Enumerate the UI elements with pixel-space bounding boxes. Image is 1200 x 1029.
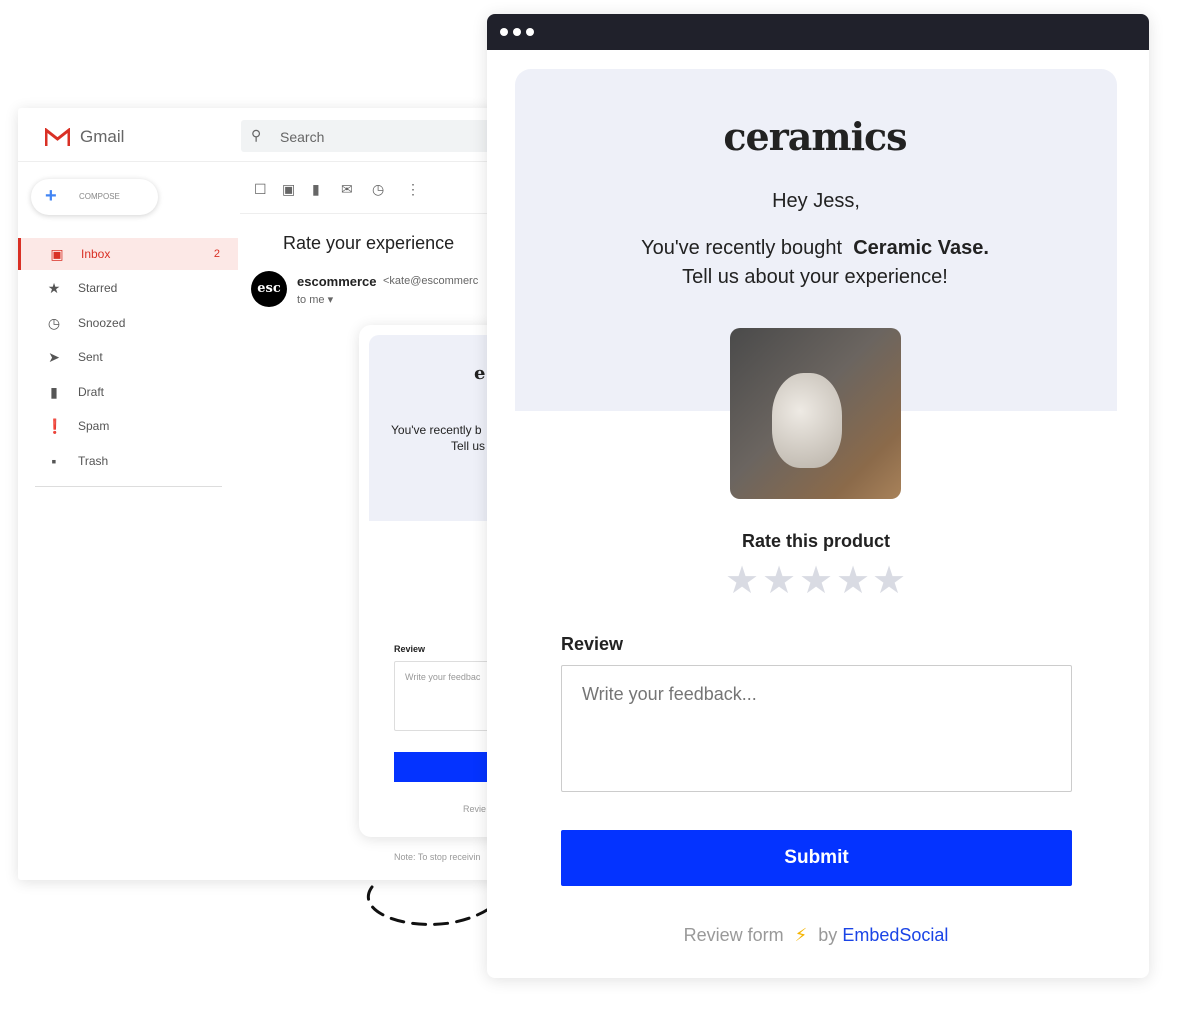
more-icon[interactable]: ⋮ <box>406 181 420 198</box>
snooze-icon[interactable]: ◷ <box>372 181 384 198</box>
nav-label: Starred <box>78 281 118 295</box>
compose-button[interactable]: + COMPOSE <box>31 179 158 215</box>
nav-label: Snoozed <box>78 316 126 330</box>
review-form-window: ceramics Hey Jess, You've recently bough… <box>487 14 1149 978</box>
nav-label: Spam <box>78 419 110 433</box>
preview-review-label: Review <box>394 644 426 654</box>
nav-trash[interactable]: ▪ Trash <box>18 445 238 477</box>
unsubscribe-note: Note: To stop receivin <box>394 852 481 862</box>
inbox-icon: ▣ <box>50 246 64 262</box>
window-dot-icon <box>500 28 508 36</box>
sender-name: escommerce <box>297 274 377 289</box>
greeting: Hey Jess, <box>772 190 860 212</box>
gmail-logo-icon <box>44 126 71 147</box>
nav-spam[interactable]: ❗ Spam <box>18 410 238 442</box>
divider <box>35 486 222 487</box>
product-image <box>730 328 901 499</box>
footer-by: by <box>818 925 838 945</box>
nav-draft[interactable]: ▮ Draft <box>18 376 238 408</box>
star-5-icon[interactable]: ★ <box>872 562 906 600</box>
star-1-icon[interactable]: ★ <box>725 562 759 600</box>
preview-logo: e <box>474 363 485 384</box>
send-icon: ➤ <box>48 349 60 365</box>
divider <box>18 161 538 162</box>
trash-icon: ▪ <box>51 453 57 469</box>
experience-prompt: Tell us about your experience! <box>682 266 948 288</box>
nav-starred[interactable]: ★ Starred <box>18 272 238 304</box>
footer-prefix: Review form <box>683 925 784 945</box>
nav-snoozed[interactable]: ◷ Snoozed <box>18 307 238 339</box>
star-icon: ★ <box>47 280 61 296</box>
rate-label: Rate this product <box>741 531 890 551</box>
recipient[interactable]: to me ▾ <box>297 293 333 306</box>
draft-icon: ▮ <box>50 384 58 400</box>
window-dot-icon <box>513 28 521 36</box>
lightning-icon: ⚡︎ <box>794 925 808 945</box>
submit-button[interactable]: Submit <box>561 830 1072 886</box>
embedsocial-link[interactable]: EmbedSocial <box>842 925 948 945</box>
nav-label: Sent <box>78 350 103 364</box>
review-label: Review <box>561 634 624 654</box>
star-3-icon[interactable]: ★ <box>799 562 833 600</box>
plus-icon: + <box>45 185 57 207</box>
product-name: Ceramic Vase. <box>853 237 989 259</box>
recipient-label: to me <box>297 294 325 306</box>
powered-by-footer: Review form ⚡︎ by EmbedSocial <box>487 925 1145 946</box>
delete-icon[interactable]: ▮ <box>312 181 320 198</box>
sender-email: <kate@escommerc <box>383 275 479 287</box>
window-dot-icon <box>526 28 534 36</box>
nav-label: Draft <box>78 385 105 399</box>
caret-down-icon: ▾ <box>327 294 334 306</box>
mark-unread-icon[interactable]: ✉ <box>341 181 353 198</box>
nav-sent[interactable]: ➤ Sent <box>18 341 238 373</box>
preview-text: Tell us <box>451 439 486 453</box>
preview-text: You've recently b <box>391 423 482 437</box>
clock-icon: ◷ <box>47 315 61 331</box>
sender-avatar: esc <box>251 271 287 307</box>
purchase-text: You've recently bought Ceramic Vase. <box>487 237 1143 260</box>
brand-logo: ceramics <box>723 114 907 159</box>
search-placeholder: Search <box>280 129 325 145</box>
preview-footer: Revie <box>463 804 487 814</box>
star-4-icon[interactable]: ★ <box>836 562 870 600</box>
bought-prefix: You've recently bought <box>641 237 843 259</box>
nav-label: Inbox <box>81 247 111 261</box>
star-2-icon[interactable]: ★ <box>762 562 796 600</box>
search-icon: ⚲ <box>251 127 262 143</box>
nav-label: Trash <box>78 454 109 468</box>
compose-label: COMPOSE <box>79 192 120 201</box>
email-subject: Rate your experience <box>283 233 455 253</box>
archive-icon[interactable]: ▣ <box>282 181 295 198</box>
preview-placeholder: Write your feedbac <box>405 672 481 682</box>
window-titlebar <box>487 14 1149 50</box>
nav-inbox[interactable]: ▣ Inbox 2 <box>18 238 238 270</box>
vase-shape <box>772 373 842 468</box>
app-name: Gmail <box>80 127 125 146</box>
review-textarea[interactable] <box>561 665 1072 792</box>
spam-icon: ❗ <box>46 418 64 434</box>
inbox-count: 2 <box>213 248 220 260</box>
select-checkbox[interactable]: ☐ <box>254 181 267 198</box>
